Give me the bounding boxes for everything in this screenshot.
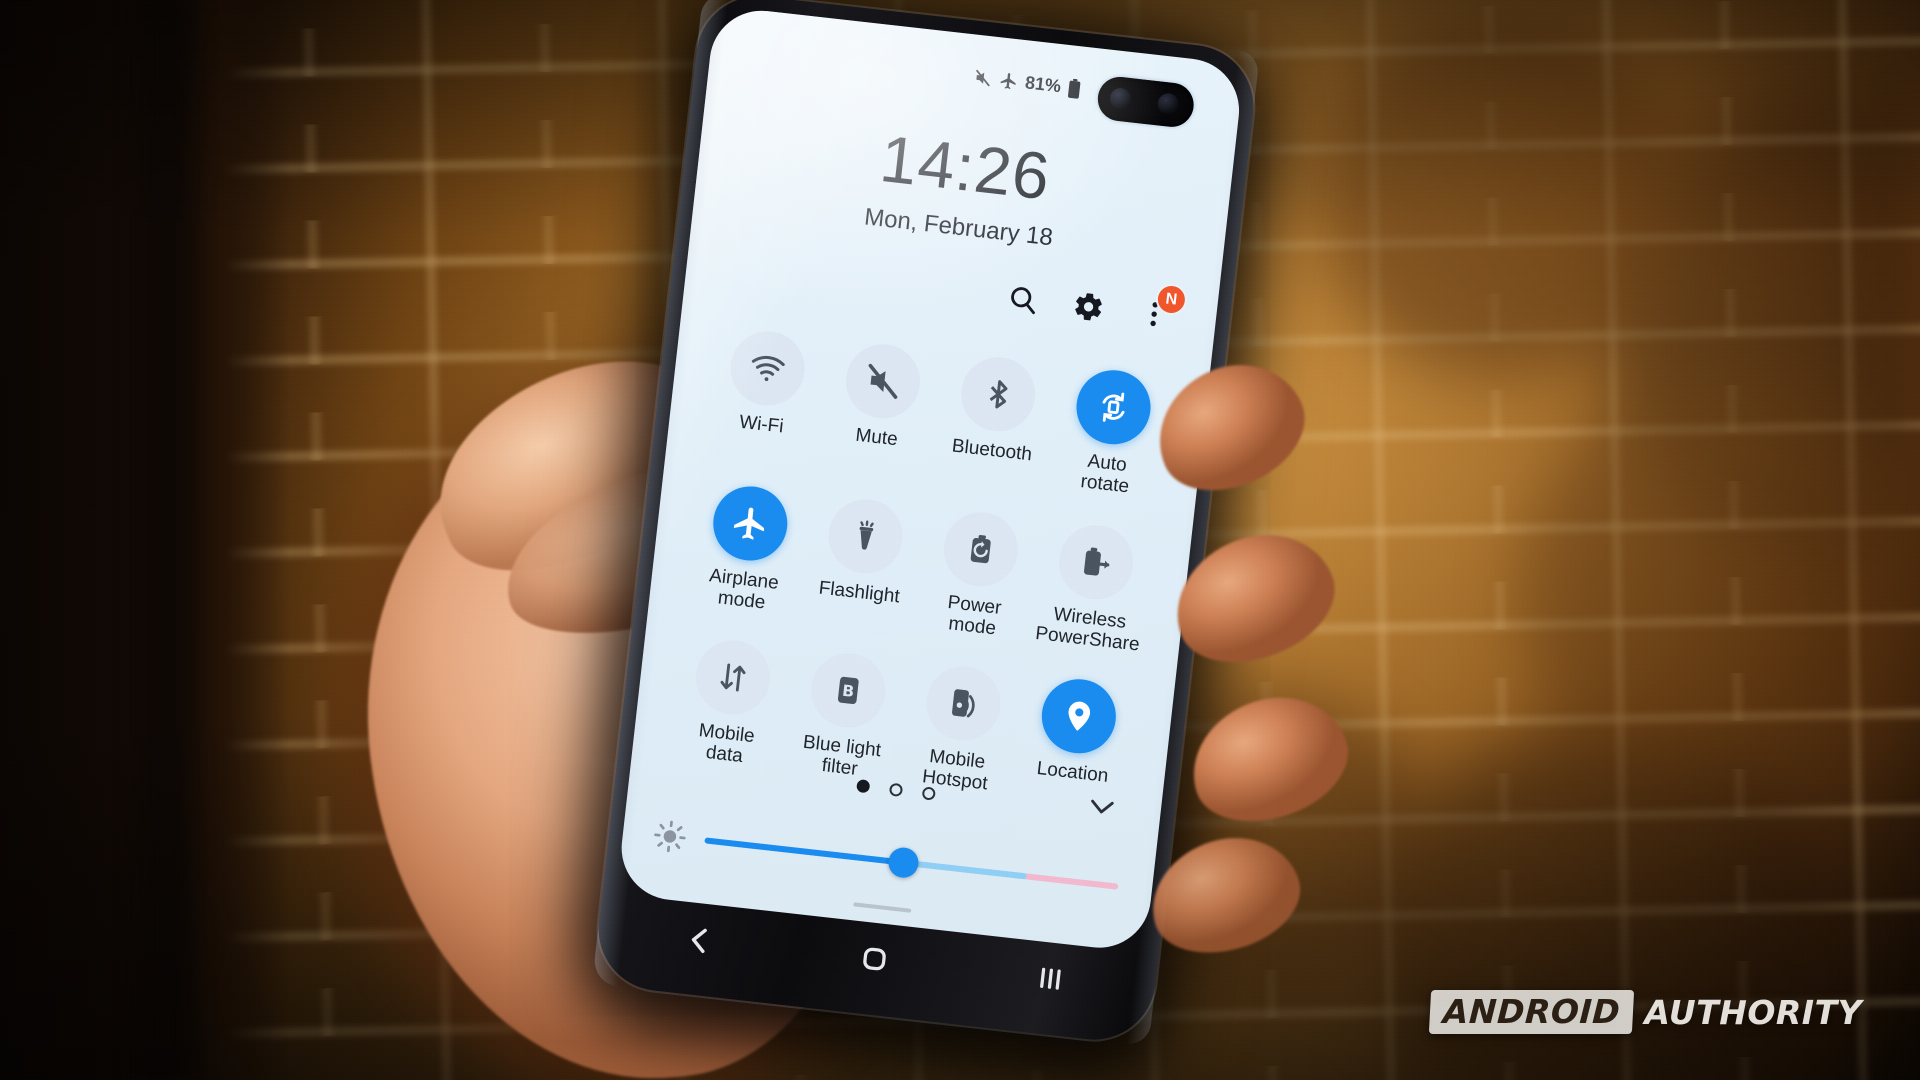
- brightness-track[interactable]: [704, 837, 1119, 890]
- airplane-icon: [998, 70, 1019, 91]
- tile-wireless-powershare[interactable]: Wireless PowerShare: [1029, 519, 1158, 657]
- nav-recents[interactable]: [1031, 960, 1073, 1002]
- tile-label: Power mode: [946, 591, 1003, 640]
- tile-label: Location: [1035, 758, 1110, 787]
- airplane-icon: [709, 482, 792, 564]
- quick-settings-tiles: Wi-Fi Mute Bluetooth Auto rotate Airplan…: [666, 325, 1176, 811]
- auto-rotate-icon: [1072, 366, 1155, 449]
- watermark-box-text: ANDROID: [1429, 990, 1635, 1034]
- tile-label: Bluetooth: [950, 435, 1034, 466]
- page-dot-3[interactable]: [921, 786, 936, 801]
- blue-light-filter-icon: B: [807, 649, 890, 732]
- tile-blue-light-filter[interactable]: B Blue light filter: [781, 647, 910, 785]
- wireless-powershare-icon: [1055, 520, 1138, 603]
- more-vertical-icon[interactable]: N: [1136, 284, 1187, 331]
- tile-label: Auto rotate: [1079, 450, 1131, 498]
- page-dot-2[interactable]: [888, 782, 903, 797]
- nav-back[interactable]: [679, 920, 721, 962]
- brightness-knob[interactable]: [886, 846, 920, 880]
- lockscreen-clock: 14:26 Mon, February 18: [693, 105, 1234, 272]
- tile-airplane-mode[interactable]: Airplane mode: [683, 480, 812, 618]
- battery-icon: [1067, 78, 1082, 99]
- watermark: ANDROID AUTHORITY: [1429, 990, 1862, 1034]
- tile-bluetooth[interactable]: Bluetooth: [931, 351, 1060, 489]
- tile-mobile-data[interactable]: Mobile data: [666, 634, 795, 772]
- tile-location[interactable]: Location: [1011, 673, 1140, 811]
- dual-camera-cutout: [1095, 74, 1196, 130]
- search-icon[interactable]: [1005, 282, 1040, 317]
- battery-percent-label: 81%: [1024, 72, 1063, 97]
- brightness-icon[interactable]: [651, 818, 689, 856]
- chevron-down-icon[interactable]: [1083, 788, 1121, 826]
- wifi-off-icon: [726, 327, 809, 410]
- location-pin-icon: [1037, 675, 1120, 758]
- status-bar: 81%: [972, 67, 1082, 100]
- mute-icon: [842, 340, 924, 423]
- tile-label: Airplane mode: [708, 564, 780, 614]
- quick-panel-actions: N: [1005, 282, 1187, 332]
- tile-label: Wireless PowerShare: [1034, 603, 1141, 656]
- tile-wifi[interactable]: Wi-Fi: [700, 325, 829, 463]
- brightness-slider-row[interactable]: [651, 818, 1120, 904]
- tile-label: Wi-Fi: [738, 411, 785, 438]
- brightness-fill: [704, 837, 904, 866]
- mute-icon: [972, 68, 993, 89]
- nav-home[interactable]: [855, 940, 897, 982]
- watermark-text: AUTHORITY: [1644, 992, 1862, 1032]
- phone-screen[interactable]: 81% 14:26 Mon, February 18 N Wi-Fi Mute …: [616, 5, 1245, 954]
- page-dot-1[interactable]: [855, 778, 870, 794]
- tile-flashlight[interactable]: Flashlight: [798, 493, 927, 631]
- tile-label: Flashlight: [817, 577, 901, 608]
- gear-icon[interactable]: [1071, 289, 1106, 324]
- mobile-data-icon: [692, 636, 774, 719]
- photo-scene: 81% 14:26 Mon, February 18 N Wi-Fi Mute …: [0, 0, 1920, 1080]
- flashlight-icon: [824, 495, 907, 577]
- power-mode-icon: [940, 507, 1022, 590]
- home-gesture-hint: [853, 902, 912, 913]
- tile-power-mode[interactable]: Power mode: [913, 506, 1042, 644]
- tile-mobile-hotspot[interactable]: Mobile Hotspot: [896, 660, 1025, 798]
- tile-label: Mute: [854, 424, 899, 451]
- tile-auto-rotate[interactable]: Auto rotate: [1046, 364, 1175, 502]
- bluetooth-icon: [957, 353, 1040, 436]
- svg-text:B: B: [841, 682, 855, 701]
- tile-mute[interactable]: Mute: [815, 338, 944, 476]
- mobile-hotspot-icon: [922, 662, 1005, 745]
